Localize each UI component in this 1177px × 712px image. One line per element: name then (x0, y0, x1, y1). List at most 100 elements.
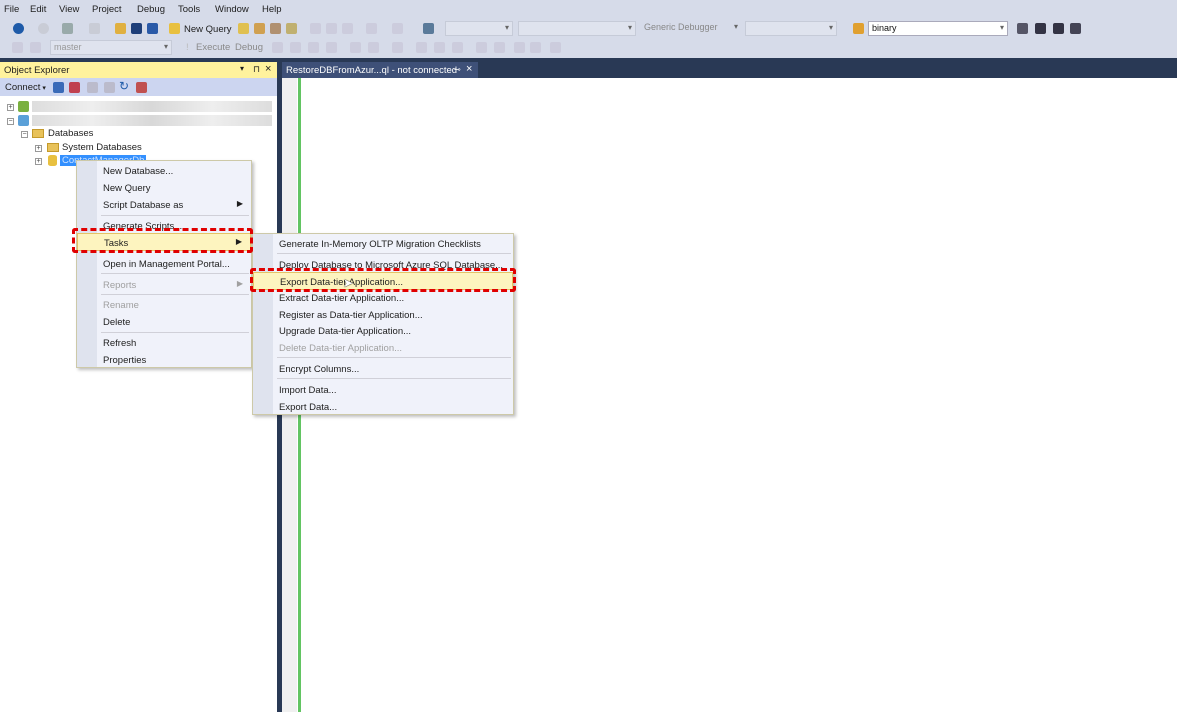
menu-help[interactable]: Help (262, 4, 282, 15)
menu-item-encrypt-columns[interactable]: Encrypt Columns... (253, 360, 513, 377)
expand-icon[interactable]: + (35, 145, 42, 152)
sql-server-icon[interactable] (1017, 23, 1028, 34)
database-dropdown[interactable]: master (50, 40, 172, 55)
activity-monitor-icon[interactable] (423, 23, 434, 34)
paste-icon[interactable] (342, 23, 353, 34)
window-icon[interactable] (1070, 23, 1081, 34)
copy-icon[interactable] (326, 23, 337, 34)
back-icon[interactable] (13, 23, 24, 34)
expand-icon[interactable]: + (35, 158, 42, 165)
connect-icon[interactable] (12, 42, 23, 53)
menu-project[interactable]: Project (92, 4, 122, 15)
results-icon[interactable] (452, 42, 463, 53)
query-icon[interactable] (270, 23, 281, 34)
query-icon[interactable] (286, 23, 297, 34)
tree-system-databases[interactable]: System Databases (62, 142, 142, 153)
results-icon[interactable] (434, 42, 445, 53)
server-name-redacted (32, 101, 272, 112)
menu-item-delete[interactable]: Delete (77, 313, 251, 330)
menu-item-new-database[interactable]: New Database... (77, 162, 251, 179)
cut-icon[interactable] (310, 23, 321, 34)
sql-editor-toolbar: master ! Execute Debug (0, 38, 1177, 58)
pin-icon[interactable]: ⊸ (454, 65, 461, 74)
menu-tools[interactable]: Tools (178, 4, 200, 15)
tree-databases[interactable]: Databases (48, 128, 93, 139)
collapse-icon[interactable]: − (21, 131, 28, 138)
cancel-query-icon[interactable] (272, 42, 283, 53)
activity-monitor-icon[interactable] (136, 82, 147, 93)
menu-item-open-management-portal[interactable]: Open in Management Portal... (77, 255, 251, 272)
close-icon[interactable]: × (265, 63, 271, 75)
platform-dropdown[interactable] (518, 21, 636, 36)
query-icon[interactable] (238, 23, 249, 34)
query-icon[interactable] (254, 23, 265, 34)
undo-icon[interactable] (366, 23, 377, 34)
menu-file[interactable]: File (4, 4, 19, 15)
results-icon[interactable] (368, 42, 379, 53)
menu-item-refresh[interactable]: Refresh (77, 334, 251, 351)
menu-item-script-database-as[interactable]: Script Database as ▶ (77, 196, 251, 213)
change-connection-icon[interactable] (30, 42, 41, 53)
stop-icon[interactable] (87, 82, 98, 93)
config-dropdown[interactable] (445, 21, 513, 36)
menu-item-export-data[interactable]: Export Data... (253, 398, 513, 415)
wrench-icon[interactable] (1035, 23, 1046, 34)
results-icon[interactable] (392, 42, 403, 53)
parse-icon[interactable] (290, 42, 301, 53)
menu-edit[interactable]: Edit (30, 4, 46, 15)
results-icon[interactable] (416, 42, 427, 53)
open-file-icon[interactable] (115, 23, 126, 34)
new-query-button[interactable]: New Query (184, 24, 232, 35)
menu-window[interactable]: Window (215, 4, 249, 15)
save-all-icon[interactable] (147, 23, 158, 34)
pin-icon[interactable]: ⊓ (253, 64, 260, 75)
menu-bar: File Edit View Project Debug Tools Windo… (0, 0, 1177, 19)
server-icon (18, 115, 29, 126)
server-name-redacted (32, 115, 272, 126)
debugger-dropdown[interactable]: Generic Debugger (641, 21, 741, 36)
menu-item-new-query[interactable]: New Query (77, 179, 251, 196)
execute-button[interactable]: Execute (196, 42, 230, 53)
menu-item-oltp-checklists[interactable]: Generate In-Memory OLTP Migration Checkl… (253, 235, 513, 252)
intellisense-icon[interactable] (326, 42, 337, 53)
save-icon[interactable] (131, 23, 142, 34)
highlight-annotation-export (250, 268, 516, 292)
standard-toolbar: New Query Generic Debugger binary (0, 19, 1177, 38)
filter-icon[interactable] (104, 82, 115, 93)
toolbox-icon[interactable] (1053, 23, 1064, 34)
results-icon[interactable] (350, 42, 361, 53)
debug-button[interactable]: Debug (235, 42, 263, 53)
template-icon[interactable] (550, 42, 561, 53)
find-combo[interactable]: binary (868, 21, 1008, 36)
outdent-icon[interactable] (530, 42, 541, 53)
new-project-icon[interactable] (62, 23, 73, 34)
find-icon[interactable] (853, 23, 864, 34)
debug-target-dropdown[interactable] (745, 21, 837, 36)
add-item-icon[interactable] (89, 23, 100, 34)
comment-icon[interactable] (476, 42, 487, 53)
menu-item-upgrade-data-tier[interactable]: Upgrade Data-tier Application... (253, 322, 513, 339)
refresh-icon[interactable]: ↻ (119, 79, 129, 93)
menu-item-register-data-tier[interactable]: Register as Data-tier Application... (253, 306, 513, 323)
menu-view[interactable]: View (59, 4, 79, 15)
collapse-icon[interactable]: − (7, 118, 14, 125)
forward-icon[interactable] (38, 23, 49, 34)
menu-item-import-data[interactable]: Import Data... (253, 381, 513, 398)
plan-icon[interactable] (308, 42, 319, 53)
tab-label: RestoreDBFromAzur...ql - not connected (286, 65, 458, 76)
indent-icon[interactable] (514, 42, 525, 53)
expand-icon[interactable]: + (7, 104, 14, 111)
disconnect-icon[interactable] (69, 82, 80, 93)
menu-debug[interactable]: Debug (137, 4, 165, 15)
uncomment-icon[interactable] (494, 42, 505, 53)
redo-icon[interactable] (392, 23, 403, 34)
menu-item-properties[interactable]: Properties (77, 351, 251, 368)
close-tab-icon[interactable]: × (466, 63, 472, 75)
connect-object-icon[interactable] (53, 82, 64, 93)
server-icon (18, 101, 29, 112)
editor-tab[interactable]: RestoreDBFromAzur...ql - not connected ⊸… (282, 62, 478, 78)
menu-item-reports: Reports ▶ (103, 279, 243, 291)
object-explorer-toolbar: Connect ▾ ↻ (0, 78, 277, 96)
dropdown-icon[interactable]: ▾ (240, 64, 244, 73)
connect-button[interactable]: Connect (5, 82, 40, 93)
